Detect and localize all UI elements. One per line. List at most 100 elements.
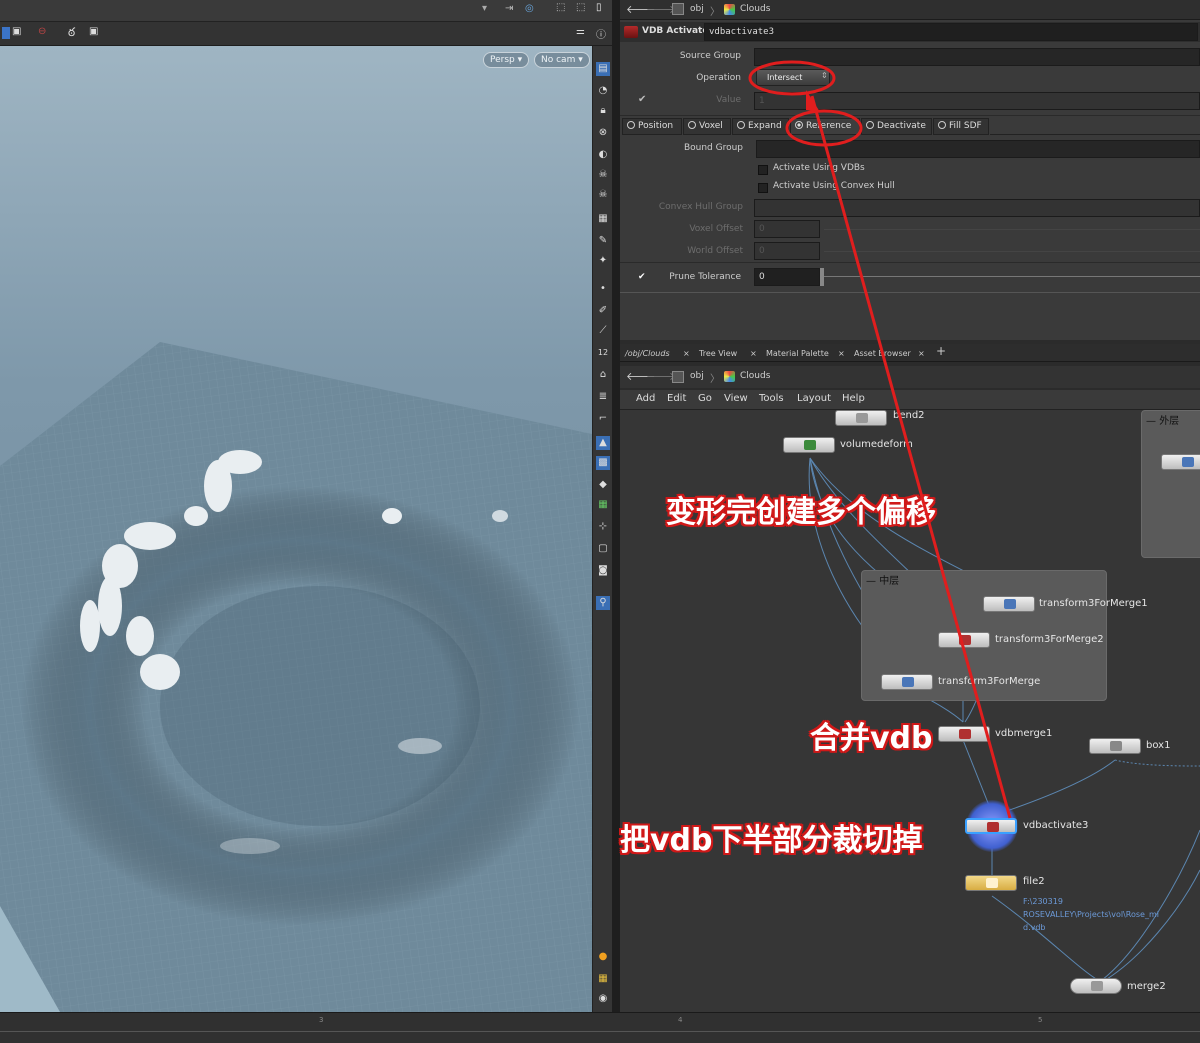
tab-obj-clouds[interactable]: /obj/Clouds (625, 346, 670, 361)
timeline-bar[interactable]: 3 4 5 (0, 1012, 1200, 1043)
menu-add[interactable]: Add (636, 393, 655, 404)
camera-button[interactable]: No cam ▾ (534, 52, 590, 68)
node-volumedeform[interactable] (783, 437, 835, 453)
node-bend[interactable] (835, 410, 887, 426)
corner-icon[interactable]: ⌐ (596, 412, 610, 426)
node-file2[interactable] (965, 875, 1017, 891)
help-icon[interactable]: ⓘ (596, 26, 606, 41)
tab-reference[interactable]: Reference (790, 118, 860, 135)
close-icon[interactable]: × (918, 346, 925, 361)
convex-hull-group-field[interactable] (754, 199, 1200, 217)
cube-icon-2[interactable]: ⬚ (576, 2, 585, 13)
prune-tolerance-field[interactable]: 0 (754, 268, 820, 286)
cube-icon[interactable]: ⬚ (556, 2, 565, 13)
wand-icon[interactable]: ⟋ (596, 324, 610, 338)
menu-tools[interactable]: Tools (759, 393, 784, 404)
menu-edit[interactable]: Edit (667, 393, 686, 404)
skull-icon[interactable]: ☠ (596, 168, 610, 182)
brush-icon[interactable]: ✎ (596, 234, 610, 248)
terrain-icon[interactable]: ▲ (596, 436, 610, 450)
activate-hull-checkbox[interactable] (758, 183, 768, 193)
menu-help[interactable]: Help (842, 393, 865, 404)
numbers-icon[interactable]: 12 (596, 346, 610, 360)
node-vdbmerge1[interactable] (938, 726, 990, 742)
pin-marker-icon[interactable]: ⚲ (596, 596, 610, 610)
snapshot-icon[interactable]: ▣ (12, 26, 21, 37)
menu-layout[interactable]: Layout (797, 393, 831, 404)
tab-voxel[interactable]: Voxel (683, 118, 731, 135)
paint-icon[interactable]: ⌂ (596, 368, 610, 382)
light-icon[interactable]: ✦ (596, 254, 610, 268)
layers-icon[interactable]: ≣ (596, 390, 610, 404)
node-transform3ForMerge[interactable] (881, 674, 933, 690)
pane-divider[interactable] (612, 0, 620, 1012)
source-group-field[interactable] (754, 48, 1200, 66)
node-outer-transform[interactable] (1161, 454, 1200, 470)
ghost-icon[interactable]: ఠ (68, 25, 75, 42)
tab-asset-browser[interactable]: Asset Browser (854, 346, 911, 361)
node-vdbactivate3[interactable] (965, 818, 1017, 834)
dropdown-arrow-icon[interactable]: ▾ (482, 3, 487, 14)
pen-icon[interactable]: ✐ (596, 304, 610, 318)
network-box-outer[interactable]: — 外层 (1141, 410, 1200, 558)
skull-icon-2[interactable]: ☠ (596, 188, 610, 202)
sliders-icon[interactable]: ⚌ (576, 26, 585, 37)
node-name-field[interactable]: vdbactivate3 (704, 23, 1198, 41)
persp-button[interactable]: Persp ▾ (483, 52, 530, 68)
uv-icon[interactable]: ▦ (596, 498, 610, 512)
voxel-offset-slider[interactable] (824, 229, 1200, 230)
world-offset-slider[interactable] (824, 251, 1200, 252)
lock-icon[interactable]: 🔒︎ (596, 104, 610, 118)
voxel-offset-field[interactable]: 0 (754, 220, 820, 238)
menu-view[interactable]: View (724, 393, 748, 404)
quad-view-icon[interactable]: ▦ (596, 972, 610, 986)
close-icon[interactable]: × (750, 346, 757, 361)
target-icon[interactable]: ◎ (525, 3, 534, 14)
close-icon[interactable]: × (683, 346, 690, 361)
tab-material-palette[interactable]: Material Palette (766, 346, 829, 361)
node-transform3ForMerge1[interactable] (983, 596, 1035, 612)
node-box1[interactable] (1089, 738, 1141, 754)
breadcrumb-obj[interactable]: obj (690, 371, 704, 381)
close-circle-icon[interactable]: ⊗ (596, 126, 610, 140)
shading-icon[interactable]: ◐ (596, 148, 610, 162)
breadcrumb-clouds[interactable]: Clouds (740, 371, 770, 381)
breadcrumb-obj[interactable]: obj (690, 4, 704, 14)
warning-icon[interactable]: ● (596, 950, 610, 964)
sphere-icon[interactable]: ◔ (596, 84, 610, 98)
axes-icon[interactable]: ⊹ (596, 520, 610, 534)
persp-label: Persp (490, 55, 515, 65)
settings-box-icon[interactable]: ▣ (89, 26, 98, 37)
tab-expand[interactable]: Expand (732, 118, 789, 135)
bound-group-field[interactable] (756, 140, 1200, 158)
value-field[interactable]: 1 (754, 92, 1200, 110)
node-merge2[interactable] (1070, 978, 1122, 994)
view-mode-icon[interactable]: ▤ (596, 62, 610, 76)
eye-icon[interactable]: ◉ (596, 992, 610, 1006)
tab-position[interactable]: Position (622, 118, 682, 135)
tab-deactivate[interactable]: Deactivate (861, 118, 932, 135)
close-icon[interactable]: × (838, 346, 845, 361)
square-icon[interactable]: ▢ (596, 542, 610, 556)
world-offset-field[interactable]: 0 (754, 242, 820, 260)
prune-tolerance-slider-handle[interactable] (820, 268, 824, 286)
page-icon[interactable]: ▯ (596, 2, 602, 13)
pin-icon[interactable]: ⇥ (505, 3, 513, 14)
breadcrumb-clouds[interactable]: Clouds (740, 4, 770, 14)
add-tab-icon[interactable]: + (936, 344, 946, 359)
operation-dropdown[interactable]: Intersect ⇕ (756, 69, 830, 86)
activate-vdbs-checkbox[interactable] (758, 165, 768, 175)
display-icon[interactable] (2, 27, 10, 39)
tab-fill-sdf[interactable]: Fill SDF (933, 118, 989, 135)
3d-viewport[interactable]: Persp ▾ No cam ▾ (0, 46, 592, 1012)
no-entry-icon[interactable]: ⊖ (38, 26, 46, 37)
node-transform3ForMerge2[interactable] (938, 632, 990, 648)
diamond-icon[interactable]: ◆ (596, 478, 610, 492)
grid-icon[interactable]: ▦ (596, 212, 610, 226)
menu-go[interactable]: Go (698, 393, 712, 404)
tab-tree-view[interactable]: Tree View (699, 346, 737, 361)
camera-icon[interactable]: ◙ (596, 564, 610, 578)
texture-icon[interactable]: ▩ (596, 456, 610, 470)
prune-tolerance-slider[interactable] (824, 276, 1200, 277)
dot-icon[interactable]: • (596, 282, 610, 296)
